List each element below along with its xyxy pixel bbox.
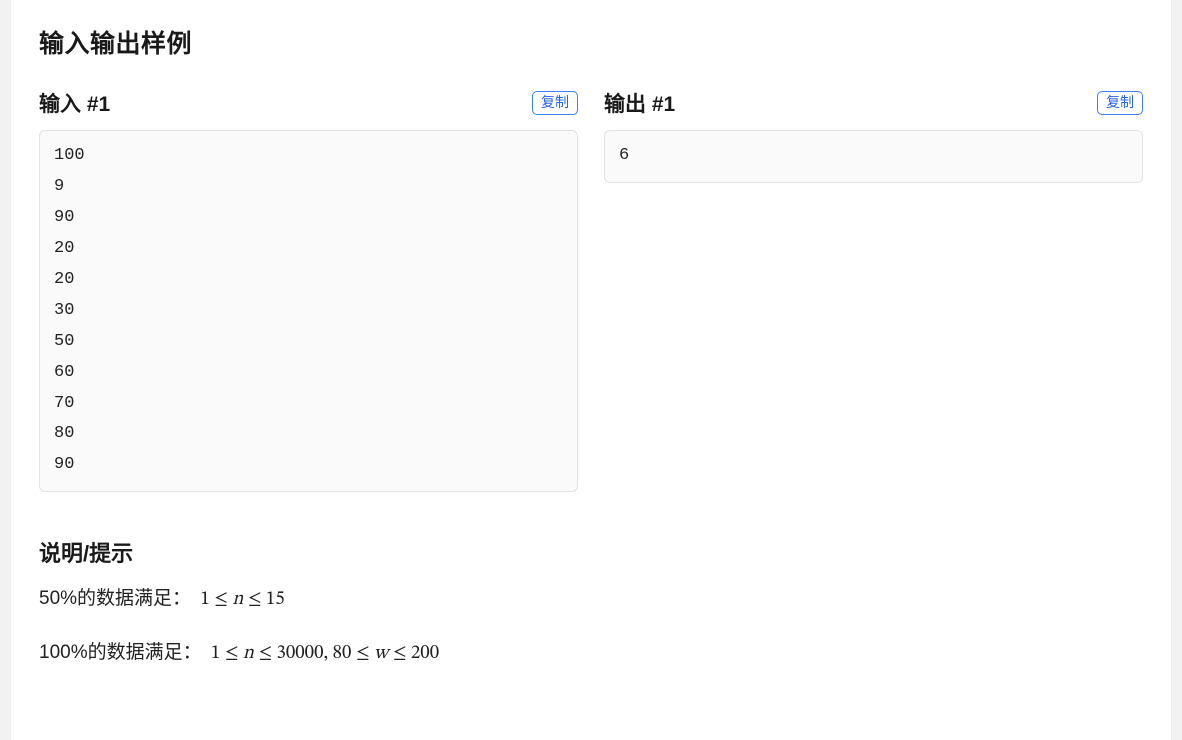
copy-output-button[interactable]: 复制	[1097, 91, 1143, 115]
input-content[interactable]: 100 9 90 20 20 30 50 60 70 80 90	[39, 130, 578, 492]
io-grid: 输入 #1 复制 100 9 90 20 20 30 50 60 70 80 9…	[39, 88, 1143, 492]
hint-math: 1 ≤ n ≤ 15	[196, 590, 284, 609]
hint-prefix: 50%的数据满足：	[39, 588, 191, 609]
input-block: 输入 #1 复制 100 9 90 20 20 30 50 60 70 80 9…	[39, 88, 578, 492]
input-label: 输入 #1	[39, 88, 110, 118]
output-header: 输出 #1 复制	[604, 88, 1143, 118]
hints-title: 说明/提示	[39, 492, 1143, 584]
hint-line-1: 50%的数据满足： 1 ≤ n ≤ 15	[39, 584, 1143, 615]
hint-prefix: 100%的数据满足：	[39, 642, 202, 663]
copy-input-button[interactable]: 复制	[532, 91, 578, 115]
hint-line-2: 100%的数据满足： 1 ≤ n ≤ 30000, 80 ≤ w ≤ 200	[39, 638, 1143, 669]
input-header: 输入 #1 复制	[39, 88, 578, 118]
output-label: 输出 #1	[604, 88, 675, 118]
output-block: 输出 #1 复制 6	[604, 88, 1143, 492]
problem-page: 输入输出样例 输入 #1 复制 100 9 90 20 20 30 50 60 …	[10, 0, 1172, 740]
output-content[interactable]: 6	[604, 130, 1143, 183]
hint-math: 1 ≤ n ≤ 30000, 80 ≤ w ≤ 200	[207, 644, 439, 663]
io-section-title: 输入输出样例	[39, 0, 1143, 78]
